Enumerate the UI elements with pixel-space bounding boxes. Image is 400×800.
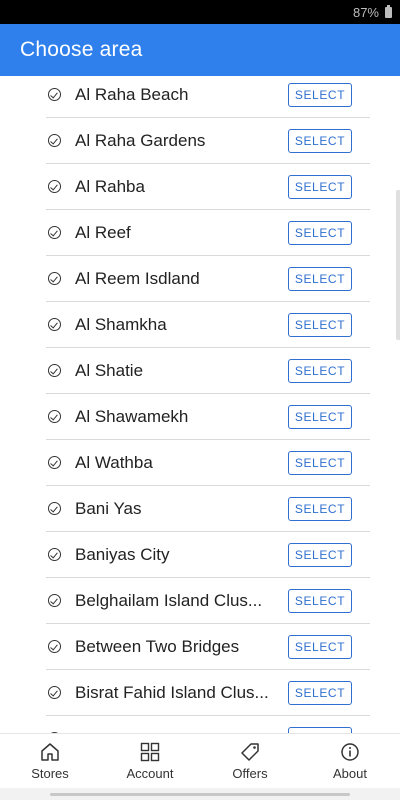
list-item[interactable]: Al Reef SELECT [46, 210, 370, 256]
grid-icon [139, 742, 161, 762]
list-item[interactable]: Al Wathba SELECT [46, 440, 370, 486]
nav-label-offers: Offers [232, 765, 268, 781]
area-list[interactable]: Al Raha Beach SELECT Al Raha Gardens SELECT… [0, 76, 400, 733]
nav-item-account[interactable]: Account [100, 734, 200, 788]
select-button[interactable]: SELECT [288, 450, 352, 475]
list-item[interactable]: Al Shamkha SELECT [46, 302, 370, 348]
select-button[interactable]: SELECT [288, 542, 352, 567]
home-icon [39, 742, 61, 762]
check-circle-icon [48, 272, 61, 285]
nav-item-stores[interactable]: Stores [0, 734, 100, 788]
select-button[interactable]: SELECT [288, 312, 352, 337]
area-name: Between Two Bridges [75, 636, 240, 656]
nav-label-about: About [333, 765, 367, 781]
select-button[interactable]: SELECT [288, 128, 352, 153]
nav-item-about[interactable]: About [300, 734, 400, 788]
select-button[interactable]: SELECT [288, 174, 352, 199]
select-button[interactable]: SELECT [288, 266, 352, 291]
check-circle-icon [48, 180, 61, 193]
area-name: Bani Yas [75, 498, 142, 518]
list-item[interactable]: Al Raha Beach SELECT [46, 76, 370, 118]
check-circle-icon [48, 456, 61, 469]
select-button[interactable]: SELECT [288, 358, 352, 383]
area-name: Belghailam Island Clus... [75, 590, 263, 610]
select-button[interactable]: SELECT [288, 634, 352, 659]
area-name: Al Reef [75, 222, 131, 242]
list-item[interactable]: Al Raha Gardens SELECT [46, 118, 370, 164]
check-circle-icon [48, 640, 61, 653]
area-name: Al Wathba [75, 452, 153, 472]
nav-item-offers[interactable]: Offers [200, 734, 300, 788]
check-circle-icon [48, 410, 61, 423]
list-item[interactable]: Al Rahba SELECT [46, 164, 370, 210]
info-icon [339, 742, 361, 762]
nav-label-account: Account [126, 765, 174, 781]
check-circle-icon [48, 88, 61, 101]
list-item[interactable]: Al Reem Isdland SELECT [46, 256, 370, 302]
status-bar: 87% [0, 0, 400, 24]
area-name: Al Shawamekh [75, 406, 189, 426]
area-name: Baniyas City [75, 544, 170, 564]
check-circle-icon [48, 548, 61, 561]
list-item[interactable]: Baniyas City SELECT [46, 532, 370, 578]
battery-percent: 87% [352, 4, 379, 20]
list-item[interactable]: Al Shawamekh SELECT [46, 394, 370, 440]
area-name: Al Raha Beach [75, 84, 189, 104]
area-name: Al Shamkha [75, 314, 167, 334]
area-name: Al Shatie [75, 360, 144, 380]
nav-label-stores: Stores [31, 765, 69, 781]
check-circle-icon [48, 594, 61, 607]
select-button[interactable]: SELECT [288, 404, 352, 429]
bottom-nav: Stores Account Offers About [0, 733, 400, 788]
scrollbar[interactable] [396, 190, 400, 340]
gesture-handle[interactable] [50, 792, 350, 796]
list-item[interactable]: Bani Yas SELECT [46, 486, 370, 532]
list-item[interactable]: Belghailam Island Clus... SELECT [46, 578, 370, 624]
select-button[interactable]: SELECT [288, 496, 352, 521]
list-item[interactable]: Between Two Bridges SELECT [46, 624, 370, 670]
select-button[interactable]: SELECT [288, 588, 352, 613]
select-button[interactable]: SELECT [288, 82, 352, 107]
list-item[interactable]: Al Shatie SELECT [46, 348, 370, 394]
battery-icon [385, 4, 392, 18]
check-circle-icon [48, 502, 61, 515]
area-name: Al Raha Gardens [75, 130, 206, 150]
check-circle-icon [48, 686, 61, 699]
tag-icon [239, 742, 261, 762]
area-name: Al Rahba [75, 176, 145, 196]
check-circle-icon [48, 318, 61, 331]
select-button[interactable]: SELECT [288, 220, 352, 245]
gesture-bar [0, 788, 400, 800]
check-circle-icon [48, 226, 61, 239]
select-button[interactable]: SELECT [288, 680, 352, 705]
check-circle-icon [48, 134, 61, 147]
list-item[interactable]: SELECT [46, 716, 370, 733]
area-name: Al Reem Isdland [75, 268, 200, 288]
check-circle-icon [48, 364, 61, 377]
area-name: Bisrat Fahid Island Clus... [75, 682, 269, 702]
app-bar: Choose area [0, 24, 400, 76]
list-item[interactable]: Bisrat Fahid Island Clus... SELECT [46, 670, 370, 716]
page-title: Choose area [20, 38, 143, 61]
